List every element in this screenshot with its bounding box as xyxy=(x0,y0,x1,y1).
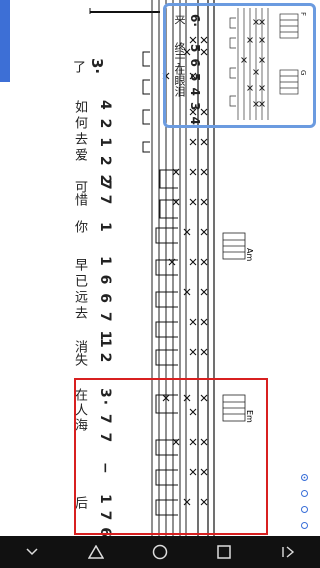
measure-2-lyric: 可惜 xyxy=(72,180,87,206)
recents-square-icon xyxy=(217,545,231,559)
page-dot-3[interactable] xyxy=(301,506,308,513)
preview-chord-f: F xyxy=(299,12,307,17)
measure-3-notes: 1 xyxy=(97,222,113,232)
measure-3-lyric: 你 xyxy=(72,220,87,233)
back-button[interactable] xyxy=(76,536,116,568)
back-triangle-icon xyxy=(88,545,104,559)
home-circle-icon xyxy=(152,544,168,560)
menu-down-button[interactable] xyxy=(12,536,52,568)
measure-2-notes: 7 7 xyxy=(97,180,113,205)
measure-5-lyric: 消失 xyxy=(72,340,87,366)
keyboard-hide-button[interactable] xyxy=(268,536,308,568)
page-dot-1[interactable] xyxy=(301,474,308,481)
measure-4-notes: 1 6 6 7 1 xyxy=(97,256,113,343)
chevron-down-icon xyxy=(26,548,38,556)
home-button[interactable] xyxy=(140,536,180,568)
measure-1-notes: 4 2 1 2 2 xyxy=(97,100,113,187)
score-viewer[interactable]: Am Em 3· 了 4 2 1 2 2 如何去爱 7 7 可惜 1 你 1 6… xyxy=(0,0,320,568)
chord-am-label: Am xyxy=(245,248,254,261)
preview-lead-lyric: 来 xyxy=(173,14,186,25)
page-dot-2[interactable] xyxy=(301,490,308,497)
measure-5-notes: 1 2 xyxy=(97,338,113,363)
recents-button[interactable] xyxy=(204,536,244,568)
page-dot-4[interactable] xyxy=(301,522,308,529)
start-lyric: 了 xyxy=(70,60,85,73)
measure-1-lyric: 如何去爱 xyxy=(72,100,87,164)
keyboard-switch-icon xyxy=(282,546,295,558)
selection-box[interactable] xyxy=(74,378,268,535)
measure-4-lyric: 早已远去 xyxy=(72,258,87,322)
preview-lyric: 终于在眼泪 xyxy=(173,42,186,97)
preview-tab xyxy=(229,8,299,120)
start-note: 3· xyxy=(88,58,106,75)
preview-notes: 5 6 5 4 3 4 xyxy=(188,44,202,126)
system-nav-bar xyxy=(0,536,320,568)
page-indicator[interactable] xyxy=(301,474,313,534)
preview-chord-g: G xyxy=(299,70,307,76)
preview-lead-note: 6· xyxy=(188,14,202,27)
